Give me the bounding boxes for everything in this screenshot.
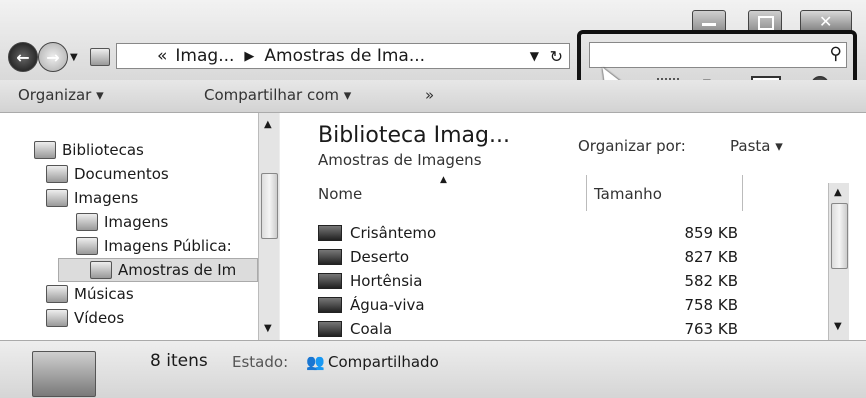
sidebar-item-imagens[interactable]: Imagens	[46, 189, 138, 207]
list-item[interactable]: Crisântemo 859 KB	[318, 223, 738, 245]
arrange-by-label: Organizar por:	[578, 137, 686, 155]
shared-users-icon: 👥	[306, 353, 325, 371]
list-item[interactable]: Água-viva 758 KB	[318, 295, 738, 317]
image-file-icon	[318, 273, 342, 289]
navigation-pane: Bibliotecas Documentos Imagens Imagens I…	[0, 113, 279, 340]
column-header-name[interactable]: Nome	[318, 185, 362, 203]
sidebar-item-amostras[interactable]: Amostras de Im	[90, 261, 236, 279]
back-arrow-icon: ←	[16, 47, 30, 67]
content-pane: Biblioteca Imag... Amostras de Imagens O…	[280, 113, 866, 340]
maximize-icon	[758, 16, 774, 30]
list-item[interactable]: Hortênsia 582 KB	[318, 271, 738, 293]
explorer-window: ✕ ← → ▼ « Imag... ▶ Amostras de Ima... ▼…	[0, 0, 866, 398]
page-subtitle: Amostras de Imagens	[318, 151, 482, 169]
folder-icon	[90, 261, 112, 279]
nav-scrollbar[interactable]: ▲ ▼	[258, 113, 279, 340]
page-title: Biblioteca Imag...	[318, 123, 510, 148]
scroll-up-icon[interactable]: ▲	[264, 119, 272, 130]
column-divider	[586, 175, 587, 211]
column-divider	[742, 175, 743, 211]
minimize-icon	[702, 23, 716, 26]
back-button[interactable]: ←	[8, 42, 38, 72]
list-item[interactable]: Coala 763 KB	[318, 319, 738, 341]
forward-button[interactable]: →	[38, 42, 68, 72]
share-with-menu[interactable]: Compartilhar com ▾	[204, 86, 351, 104]
arrange-by-dropdown[interactable]: Pasta ▾	[730, 137, 783, 155]
content-scroll-thumb[interactable]	[831, 203, 848, 269]
sidebar-item-bibliotecas[interactable]: Bibliotecas	[34, 141, 144, 159]
music-icon	[46, 285, 68, 303]
sidebar-item-documentos[interactable]: Documentos	[46, 165, 169, 183]
folder-icon	[32, 351, 96, 397]
state-label: Estado:	[232, 353, 289, 371]
sidebar-item-musicas[interactable]: Músicas	[46, 285, 134, 303]
search-icon: ⚲	[829, 44, 842, 64]
image-file-icon	[318, 297, 342, 313]
recent-pages-dropdown[interactable]: ▼	[70, 52, 78, 63]
libraries-icon	[34, 141, 56, 159]
image-file-icon	[318, 249, 342, 265]
breadcrumb-overflow[interactable]: «	[157, 46, 167, 66]
refresh-icon[interactable]: ↻	[550, 47, 563, 66]
more-commands-button[interactable]: »	[425, 86, 434, 104]
scroll-down-icon[interactable]: ▼	[834, 321, 842, 332]
title-area: ✕ ← → ▼ « Imag... ▶ Amostras de Ima... ▼…	[0, 0, 866, 96]
list-item[interactable]: Deserto 827 KB	[318, 247, 738, 269]
scroll-up-icon[interactable]: ▲	[834, 187, 842, 198]
close-icon: ✕	[819, 12, 833, 31]
pictures-icon	[46, 189, 68, 207]
search-input[interactable]: ⚲	[589, 42, 847, 68]
column-header-size[interactable]: Tamanho	[594, 185, 662, 203]
videos-icon	[46, 309, 68, 327]
state-value: Compartilhado	[328, 353, 439, 371]
documents-icon	[46, 165, 68, 183]
forward-arrow-icon: →	[46, 47, 60, 67]
nav-scroll-thumb[interactable]	[261, 173, 278, 239]
scroll-down-icon[interactable]: ▼	[264, 323, 272, 334]
organize-menu[interactable]: Organizar ▾	[18, 86, 104, 104]
folder-icon	[76, 213, 98, 231]
sidebar-item-videos[interactable]: Vídeos	[46, 309, 124, 327]
sort-indicator-icon: ▲	[440, 175, 447, 185]
sidebar-item-imagens-folder[interactable]: Imagens	[76, 213, 168, 231]
address-dropdown-icon[interactable]: ▼	[530, 49, 539, 63]
breadcrumb-separator-icon[interactable]: ▶	[244, 49, 254, 64]
address-bar[interactable]: « Imag... ▶ Amostras de Ima... ▼ ↻	[116, 43, 570, 69]
folder-icon	[76, 237, 98, 255]
image-file-icon	[318, 225, 342, 241]
item-count: 8 itens	[150, 351, 208, 371]
breadcrumb-amostras[interactable]: Amostras de Ima...	[264, 46, 425, 66]
breadcrumb-imagens[interactable]: Imag...	[175, 46, 234, 66]
command-bar: Organizar ▾ Compartilhar com ▾ »	[0, 80, 866, 113]
library-icon	[90, 48, 110, 66]
sidebar-item-imagens-publicas[interactable]: Imagens Pública:	[76, 237, 232, 255]
details-pane: 8 itens Estado: 👥 Compartilhado	[0, 340, 866, 398]
content-scrollbar[interactable]: ▲ ▼	[828, 183, 849, 340]
image-file-icon	[318, 321, 342, 337]
